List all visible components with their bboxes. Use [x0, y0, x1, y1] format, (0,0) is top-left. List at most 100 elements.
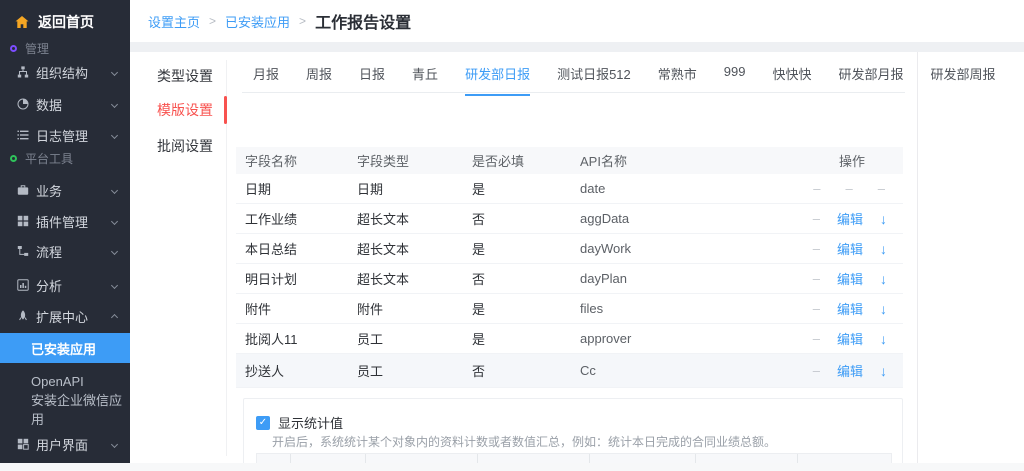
breadcrumb-link-settings-home[interactable]: 设置主页	[148, 12, 200, 31]
chevron-down-icon	[111, 186, 118, 193]
plugin-grid-icon	[17, 215, 29, 227]
cell-actions: – 编辑 ↓	[778, 239, 903, 258]
tab-monthly[interactable]: 月报	[253, 64, 279, 96]
table-row: 明日计划 超长文本 否 dayPlan – 编辑 ↓	[236, 264, 903, 294]
active-menu-indicator	[224, 96, 227, 124]
move-down-icon[interactable]: ↓	[880, 331, 887, 347]
chevron-down-icon	[111, 247, 118, 254]
chevron-down-icon	[111, 217, 118, 224]
briefcase-icon	[17, 184, 29, 196]
app-window: 返回首页 管理 组织结构 数据 日志管理	[0, 0, 1024, 463]
edit-button[interactable]: 编辑	[837, 361, 863, 380]
cell-field-type: 超长文本	[348, 239, 463, 258]
sidebar-item-org-structure[interactable]: 组织结构	[0, 57, 130, 87]
page-title: 工作报告设置	[315, 9, 411, 33]
breadcrumb: 设置主页 > 已安装应用 > 工作报告设置	[148, 0, 411, 42]
sidebar-item-label: 扩展中心	[36, 307, 88, 326]
sidebar-item-user-interface[interactable]: 用户界面	[0, 429, 130, 459]
table-row: 工作业绩 超长文本 否 aggData – 编辑 ↓	[236, 204, 903, 234]
tab-kuaikuaikuai[interactable]: 快快快	[773, 64, 812, 96]
edit-button[interactable]: 编辑	[837, 239, 863, 258]
settings-menu-type[interactable]: 类型设置	[142, 62, 226, 90]
cell-field-name: 明日计划	[236, 269, 348, 288]
dash-placeholder: –	[813, 241, 820, 256]
move-down-icon[interactable]: ↓	[880, 301, 887, 317]
cell-required: 是	[463, 239, 571, 258]
cell-field-type: 员工	[348, 329, 463, 348]
dash-placeholder: –	[878, 181, 885, 196]
sidebar: 返回首页 管理 组织结构 数据 日志管理	[0, 0, 130, 463]
sidebar-home-link[interactable]: 返回首页	[0, 6, 130, 38]
edit-button[interactable]: 编辑	[837, 269, 863, 288]
cell-api-name: dayWork	[571, 241, 778, 256]
breadcrumb-link-installed-apps[interactable]: 已安装应用	[225, 12, 290, 31]
tab-changshu[interactable]: 常熟市	[658, 64, 697, 96]
settings-panel: 类型设置 模版设置 批阅设置 月报 周报 日报 青丘 研发部日报 测试日报512…	[130, 52, 1024, 463]
chevron-down-icon	[111, 131, 118, 138]
tab-rd-monthly[interactable]: 研发部月报	[839, 64, 904, 96]
sidebar-subitem-install-wecom-app[interactable]: 安装企业微信应用	[0, 394, 130, 424]
settings-menu-template[interactable]: 模版设置	[142, 96, 226, 124]
statistics-section: ✓ 显示统计值 开启后，系统统计某个对象内的资料计数或者数值汇总，例如：统计本日…	[243, 398, 903, 463]
edit-button[interactable]: 编辑	[837, 209, 863, 228]
table-row: 抄送人 员工 否 Cc – 编辑 ↓	[236, 354, 903, 388]
edit-button[interactable]: 编辑	[837, 299, 863, 318]
panel-right-divider	[917, 52, 918, 463]
table-row: 日期 日期 是 date – – –	[236, 174, 903, 204]
cell-required: 是	[463, 179, 571, 198]
cell-field-type: 附件	[348, 299, 463, 318]
chevron-down-icon	[111, 68, 118, 75]
cell-field-type: 日期	[348, 179, 463, 198]
tab-qingqiu[interactable]: 青丘	[412, 64, 438, 96]
cell-field-name: 抄送人	[236, 361, 348, 380]
breadcrumb-separator-icon: >	[299, 14, 306, 28]
chevron-down-icon	[111, 440, 118, 447]
tab-999[interactable]: 999	[724, 64, 746, 96]
cell-api-name: files	[571, 301, 778, 316]
sidebar-item-label: 用户界面	[36, 435, 88, 454]
col-header-actions: 操作	[778, 151, 903, 170]
ring-green-icon	[10, 155, 17, 162]
cell-required: 是	[463, 299, 571, 318]
tab-daily[interactable]: 日报	[359, 64, 385, 96]
move-down-icon[interactable]: ↓	[880, 211, 887, 227]
move-down-icon[interactable]: ↓	[880, 271, 887, 287]
sidebar-item-label: 日志管理	[36, 126, 88, 145]
sidebar-subitem-label: 安装企业微信应用	[31, 390, 130, 428]
ui-grid-icon	[17, 438, 29, 450]
cell-required: 否	[463, 269, 571, 288]
move-down-icon[interactable]: ↓	[880, 241, 887, 257]
sidebar-section-platform-tools: 平台工具	[0, 146, 130, 170]
cell-actions: – 编辑 ↓	[778, 299, 903, 318]
tab-test-daily-512[interactable]: 测试日报512	[557, 64, 631, 96]
report-type-tabs: 月报 周报 日报 青丘 研发部日报 测试日报512 常熟市 999 快快快 研发…	[253, 64, 996, 96]
move-down-icon[interactable]: ↓	[880, 363, 887, 379]
section-label: 平台工具	[25, 150, 73, 167]
tab-rd-daily[interactable]: 研发部日报	[465, 64, 530, 96]
breadcrumb-bar: 设置主页 > 已安装应用 > 工作报告设置	[130, 0, 1024, 42]
check-icon: ✓	[259, 417, 267, 428]
sidebar-item-process[interactable]: 流程	[0, 236, 130, 266]
sidebar-item-extension-center[interactable]: 扩展中心	[0, 301, 130, 331]
sidebar-item-business[interactable]: 业务	[0, 175, 130, 205]
dash-placeholder: –	[813, 271, 820, 286]
sidebar-item-analysis[interactable]: 分析	[0, 270, 130, 300]
edit-button[interactable]: 编辑	[837, 329, 863, 348]
cell-actions: – 编辑 ↓	[778, 361, 903, 380]
col-header-api-name: API名称	[571, 151, 778, 170]
cell-field-type: 超长文本	[348, 269, 463, 288]
flow-icon	[17, 245, 29, 257]
tab-weekly[interactable]: 周报	[306, 64, 332, 96]
sidebar-subitem-installed-apps[interactable]: 已安装应用	[0, 333, 130, 363]
sidebar-item-label: 插件管理	[36, 212, 88, 231]
show-statistics-checkbox[interactable]: ✓	[256, 416, 270, 430]
settings-menu-review[interactable]: 批阅设置	[142, 132, 226, 160]
sidebar-item-plugin-management[interactable]: 插件管理	[0, 206, 130, 236]
cell-api-name: aggData	[571, 211, 778, 226]
log-list-icon	[17, 129, 29, 141]
cell-field-name: 本日总结	[236, 239, 348, 258]
ring-purple-icon	[10, 45, 17, 52]
sidebar-item-label: 分析	[36, 276, 62, 295]
tab-rd-weekly[interactable]: 研发部周报	[931, 64, 996, 96]
sidebar-item-data[interactable]: 数据	[0, 89, 130, 119]
